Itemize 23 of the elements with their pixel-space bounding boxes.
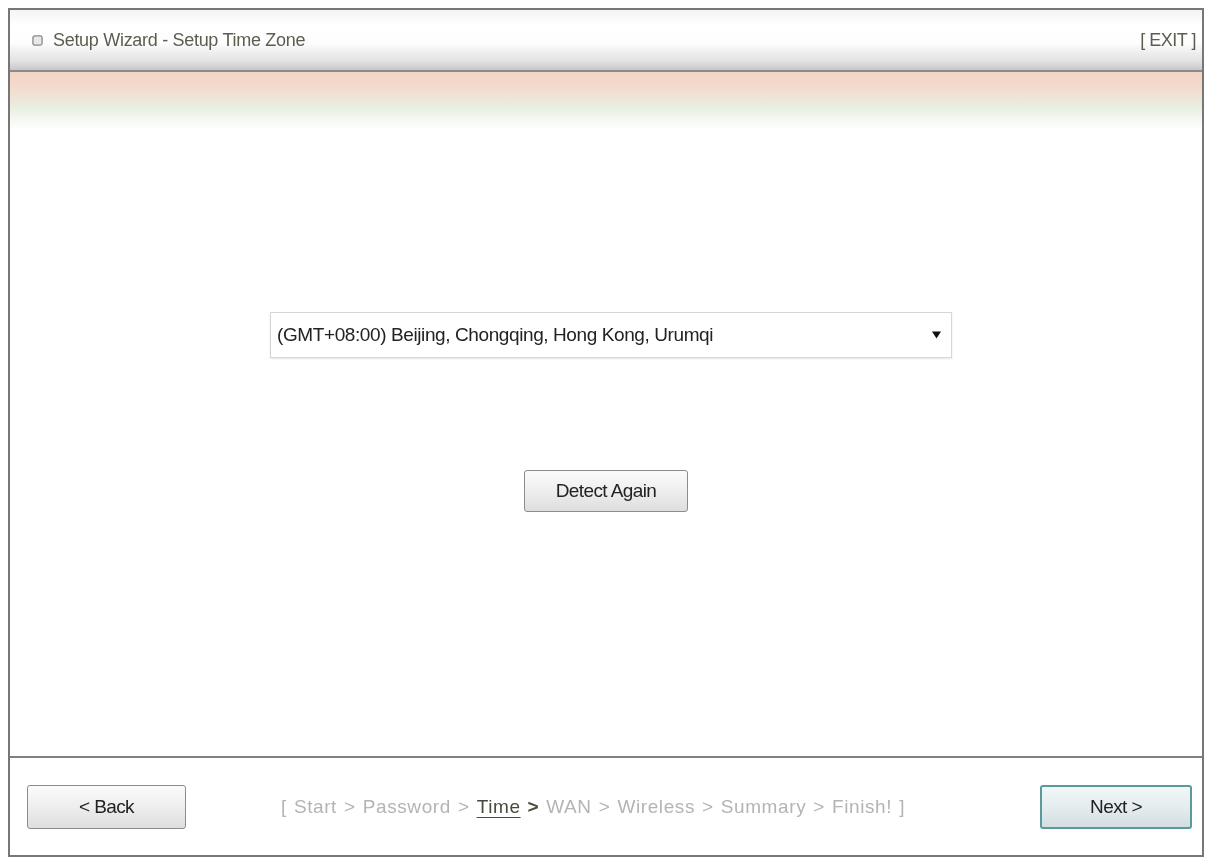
timezone-select[interactable]: (GMT+08:00) Beijing, Chongqing, Hong Kong, Urumqi — [270, 312, 952, 358]
next-button[interactable]: Next > — [1040, 784, 1192, 829]
progress-bracket: [ — [281, 795, 287, 818]
wizard-step: Finish! — [831, 795, 893, 818]
caret-icon — [932, 331, 941, 339]
window-title: Setup Wizard - Setup Time Zone — [53, 29, 306, 51]
step-separator: > — [702, 795, 714, 818]
detect-again-button[interactable]: Detect Again — [524, 470, 688, 512]
step-separator: > — [813, 795, 825, 818]
back-button[interactable]: < Back — [27, 784, 186, 829]
square-icon — [32, 34, 43, 46]
step-separator: > — [598, 795, 611, 818]
wizard-step: Wireless — [617, 795, 696, 818]
wizard-step: WAN — [546, 795, 592, 818]
wizard-step: Time — [476, 795, 521, 818]
wizard-step: Start — [293, 795, 337, 818]
progress-bracket: ] — [899, 795, 905, 818]
step-separator: > — [527, 795, 540, 818]
step-separator: > — [344, 795, 356, 818]
exit-link[interactable]: [ EXIT ] — [1140, 29, 1196, 51]
step-separator: > — [457, 795, 470, 818]
wizard-step: Summary — [720, 795, 807, 818]
wizard-step: Password — [362, 795, 451, 818]
